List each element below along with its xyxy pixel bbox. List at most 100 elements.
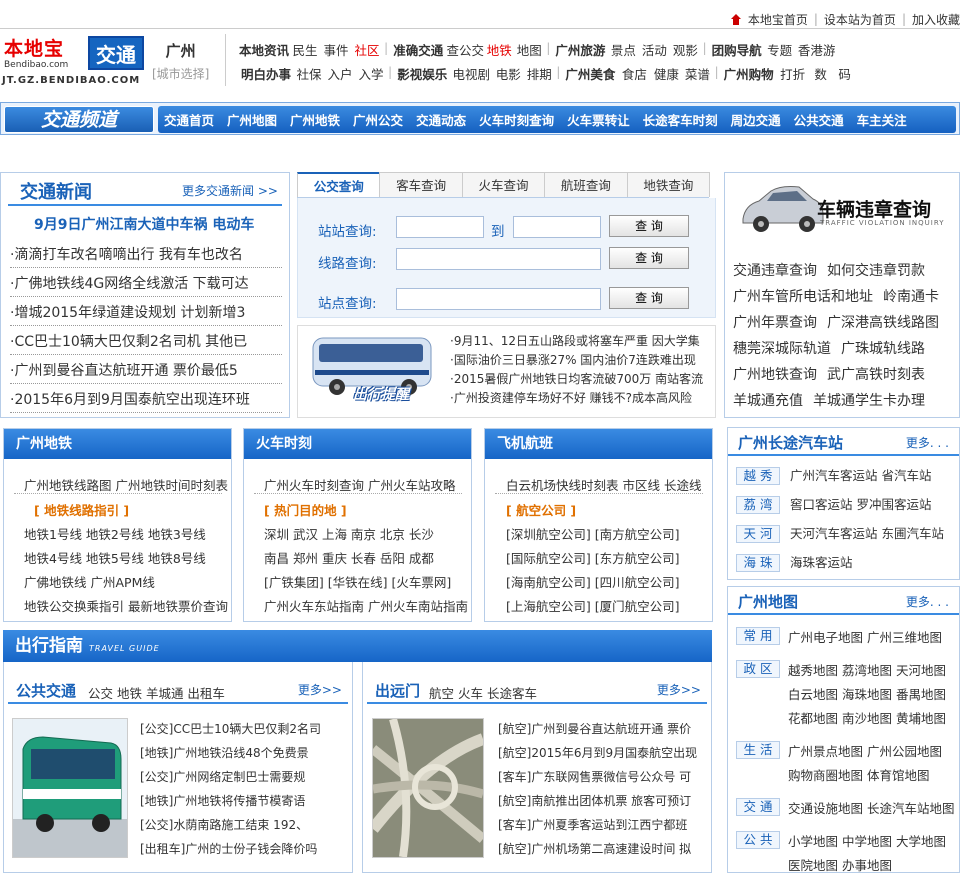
violation-link[interactable]: 岭南通卡 <box>883 289 939 305</box>
nav-link-6[interactable]: 电影 <box>492 64 524 82</box>
nav-link-14[interactable]: 香港游 <box>795 40 839 58</box>
nav-link-13[interactable]: 专题 <box>765 40 795 58</box>
nav-link-7[interactable]: 地图 <box>514 40 544 58</box>
map-category-tag[interactable]: 交 通 <box>736 798 780 816</box>
nav-link-10[interactable]: 健康 <box>650 64 682 82</box>
travel-more[interactable]: 更多>> <box>657 681 701 698</box>
news-item[interactable]: ·2015年6月到9月国泰航空出现连环班 <box>10 388 282 413</box>
nav-link-11[interactable]: 观影 <box>670 40 700 58</box>
public-transport-item[interactable]: [地铁]广州地铁沿线48个免费景 <box>140 741 344 765</box>
map-category-tag[interactable]: 政 区 <box>736 660 780 678</box>
train-link-row[interactable]: 广州火车东站指南 广州火车南站指南 <box>264 596 468 615</box>
set-home-link[interactable]: 设本站为首页 <box>824 11 896 28</box>
remind-item[interactable]: ·9月11、12日五山路段或将塞车严重 因大学集 <box>450 332 703 351</box>
coach-district-tag[interactable]: 越 秀 <box>736 467 780 485</box>
public-transport-tags[interactable]: 公交 地铁 羊城通 出租车 <box>88 683 225 702</box>
map-category-tag[interactable]: 生 活 <box>736 741 780 759</box>
coach-district-tag[interactable]: 海 珠 <box>736 554 780 572</box>
violation-link[interactable]: 如何交违章罚款 <box>827 263 925 279</box>
channel-menu-item[interactable]: 火车时刻查询 <box>479 110 554 129</box>
bookmark-link[interactable]: 加入收藏 <box>912 11 960 28</box>
metro-link-row[interactable]: 广佛地铁线 广州APM线 <box>24 572 155 591</box>
nav-link-5[interactable]: 电视剧 <box>450 64 492 82</box>
nav-link-8[interactable]: 广州旅游 <box>552 40 608 58</box>
map-links[interactable]: 广州景点地图 广州公园地图 <box>788 741 942 760</box>
nav-link-11[interactable]: 菜谱 <box>682 64 712 82</box>
channel-menu-item[interactable]: 火车票转让 <box>567 110 630 129</box>
station-from-input[interactable] <box>396 216 484 238</box>
map-links[interactable]: 小学地图 中学地图 大学地图 <box>788 831 946 850</box>
channel-menu-item[interactable]: 公共交通 <box>794 110 844 129</box>
violation-link[interactable]: 交通违章查询 <box>733 263 817 279</box>
train-link-row[interactable]: 深圳 武汉 上海 南京 北京 长沙 <box>264 524 434 543</box>
violation-link[interactable]: 广珠城轨线路 <box>841 341 925 357</box>
train-title[interactable]: 火车时刻 <box>244 429 471 459</box>
news-item[interactable]: ·广州到曼谷直达航班开通 票价最低5 <box>10 359 282 384</box>
channel-menu-item[interactable]: 广州地铁 <box>290 110 340 129</box>
travel-item[interactable]: [航空]南航推出团体机票 旅客可预订 <box>498 789 702 813</box>
travel-item[interactable]: [客车]广东联网售票微信号公众号 可 <box>498 765 702 789</box>
metro-link-row[interactable]: 地铁4号线 地铁5号线 地铁8号线 <box>24 548 206 567</box>
channel-menu-item[interactable]: 广州公交 <box>353 110 403 129</box>
search-tab[interactable]: 火车查询 <box>461 172 546 197</box>
travel-item[interactable]: [航空]广州到曼谷直达航班开通 票价 <box>498 717 702 741</box>
violation-link[interactable]: 穗莞深城际轨道 <box>733 341 831 357</box>
nav-link-1[interactable]: 社保 <box>294 64 324 82</box>
nav-link-5[interactable]: 查公交 <box>446 40 484 58</box>
nav-link-3[interactable]: 入学 <box>356 64 386 82</box>
channel-menu-item[interactable]: 交通动态 <box>416 110 466 129</box>
channel-menu-item[interactable]: 周边交通 <box>731 110 781 129</box>
nav-link-4[interactable]: 影视娱乐 <box>394 64 450 82</box>
city-select-link[interactable]: [城市选择] <box>152 65 209 82</box>
flight-top-links[interactable]: 白云机场快线时刻表 市区线 长途线 <box>506 475 701 494</box>
public-transport-item[interactable]: [公交]广州网络定制巴士需要规 <box>140 765 344 789</box>
channel-menu-item[interactable]: 交通首页 <box>164 110 214 129</box>
search-tab[interactable]: 航班查询 <box>544 172 628 197</box>
nav-link-14[interactable]: 数 <box>809 64 833 82</box>
public-transport-item[interactable]: [地铁]广州地铁将传播节模寄语 <box>140 789 344 813</box>
map-links[interactable]: 花都地图 南沙地图 黄埔地图 <box>788 708 946 727</box>
map-links[interactable]: 越秀地图 荔湾地图 天河地图 <box>788 660 946 679</box>
station-search-button[interactable]: 查 询 <box>609 215 689 237</box>
remind-item[interactable]: ·广州投资建停车场好不好 赚钱不?成本高风险 <box>450 389 703 408</box>
city-switcher[interactable]: 广州 [城市选择] <box>152 40 209 82</box>
line-input[interactable] <box>396 248 601 270</box>
stop-input[interactable] <box>396 288 601 310</box>
line-search-button[interactable]: 查 询 <box>609 247 689 269</box>
nav-link-0[interactable]: 本地资讯 <box>238 40 290 58</box>
nav-link-6[interactable]: 地铁 <box>484 40 514 58</box>
news-more-link[interactable]: 更多交通新闻 >> <box>182 182 278 199</box>
coach-station-links[interactable]: 天河汽车客运站 东圃汽车站 <box>790 526 944 541</box>
nav-link-12[interactable]: 团购导航 <box>709 40 765 58</box>
public-transport-item[interactable]: [公交]CC巴士10辆大巴仅剩2名司 <box>140 717 344 741</box>
nav-link-3[interactable]: 社区 <box>352 40 382 58</box>
stop-search-button[interactable]: 查 询 <box>609 287 689 309</box>
nav-link-0[interactable]: 明白办事 <box>238 64 294 82</box>
coach-more-link[interactable]: 更多. . . <box>906 434 949 451</box>
site-logo[interactable]: 本地宝 Bendibao.com 交通 JT.GZ.BENDIBAO.COM <box>2 34 144 90</box>
violation-link[interactable]: 羊城通学生卡办理 <box>813 393 925 409</box>
nav-link-8[interactable]: 广州美食 <box>562 64 618 82</box>
nav-link-2[interactable]: 入户 <box>324 64 356 82</box>
channel-menu-item[interactable]: 车主关注 <box>857 110 907 129</box>
news-item[interactable]: ·CC巴士10辆大巴仅剩2名司机 其他已 <box>10 330 282 355</box>
search-tab[interactable]: 地铁查询 <box>626 172 711 197</box>
nav-link-1[interactable]: 民生 <box>290 40 320 58</box>
coach-station-links[interactable]: 广州汽车客运站 省汽车站 <box>790 468 931 483</box>
metro-link-row[interactable]: 地铁1号线 地铁2号线 地铁3号线 <box>24 524 206 543</box>
map-links[interactable]: 交通设施地图 长途汽车站地图 <box>788 798 954 817</box>
map-category-tag[interactable]: 公 共 <box>736 831 780 849</box>
violation-link[interactable]: 羊城通充值 <box>733 393 803 409</box>
nav-link-15[interactable]: 码 <box>833 64 857 82</box>
nav-link-10[interactable]: 活动 <box>638 40 670 58</box>
coach-district-tag[interactable]: 天 河 <box>736 525 780 543</box>
public-transport-item[interactable]: [出租车]广州的士份子钱会降价吗 <box>140 837 344 861</box>
travel-tags[interactable]: 航空 火车 长途客车 <box>429 683 537 702</box>
violation-link[interactable]: 武广高铁时刻表 <box>827 367 925 383</box>
home-link[interactable]: 本地宝首页 <box>748 11 808 28</box>
metro-link-row[interactable]: 地铁公交换乘指引 最新地铁票价查询 <box>24 596 228 615</box>
public-transport-more[interactable]: 更多>> <box>298 681 342 698</box>
channel-menu-item[interactable]: 长途客车时刻 <box>643 110 718 129</box>
search-tab[interactable]: 客车查询 <box>379 172 463 197</box>
search-tab[interactable]: 公交查询 <box>297 172 381 197</box>
